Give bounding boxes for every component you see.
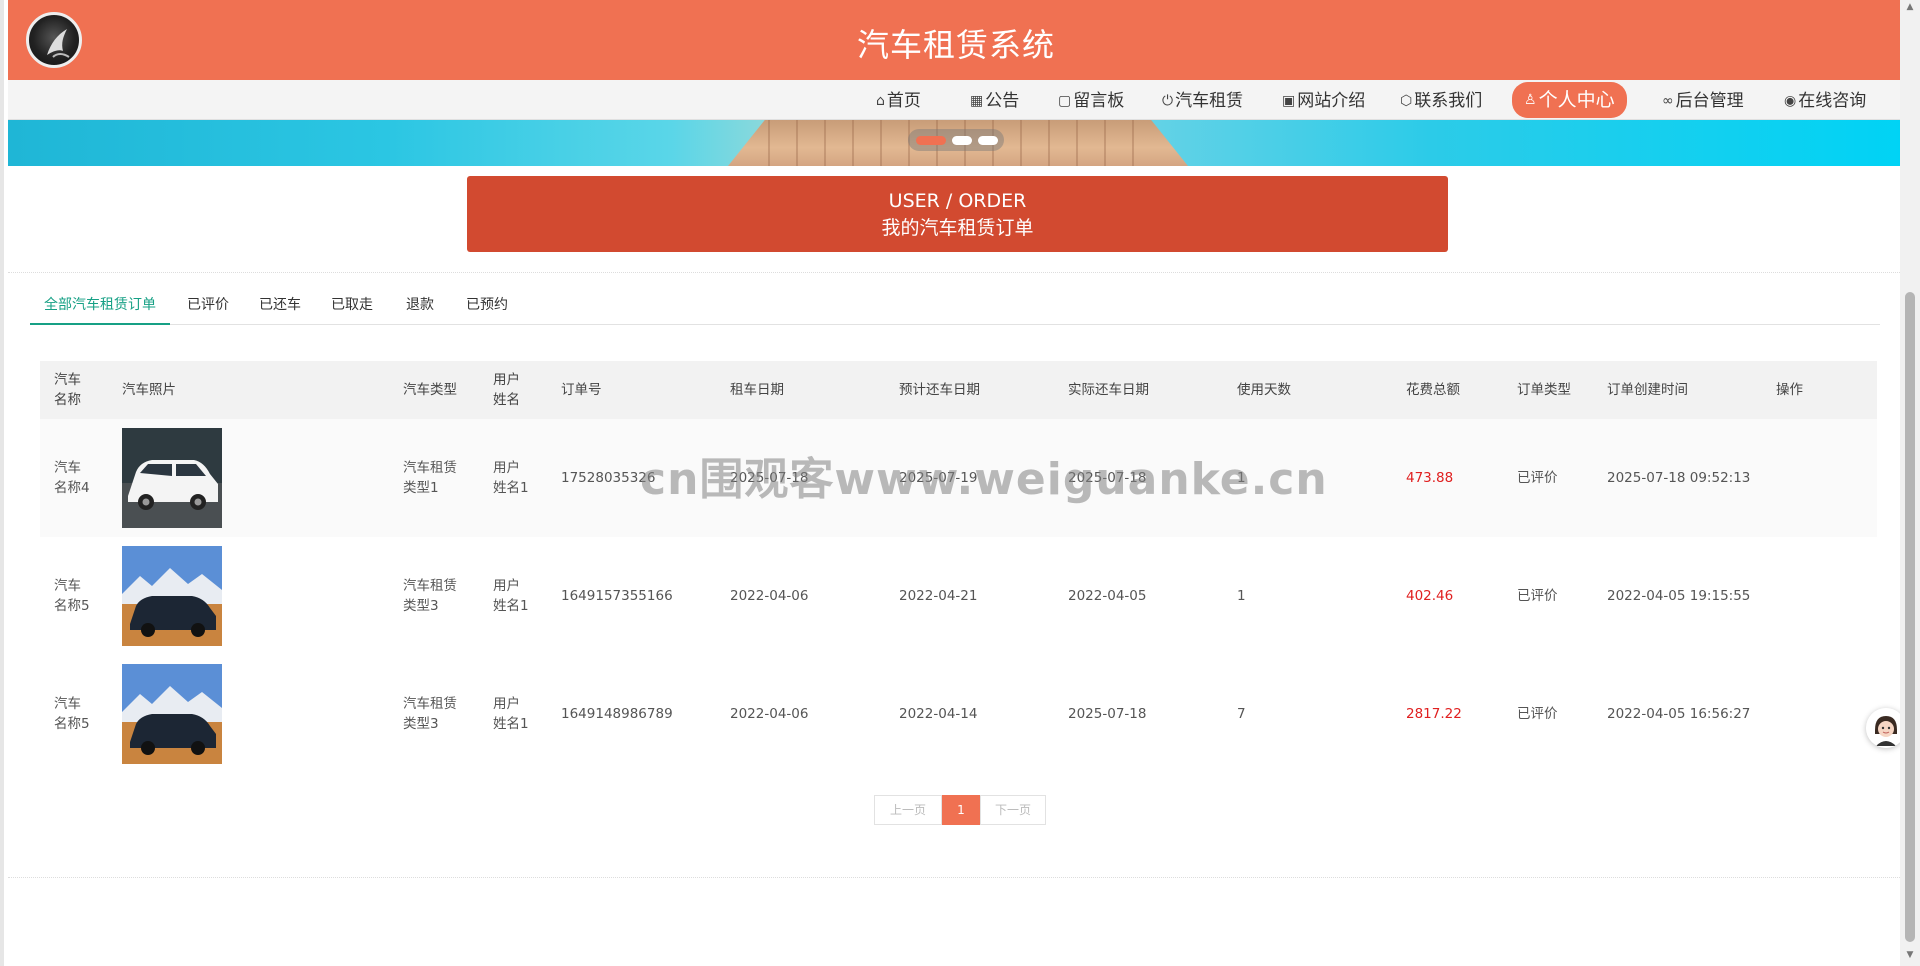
car-name: 汽车名称5 (54, 696, 90, 732)
user-name: 用户姓名1 (493, 696, 529, 732)
user-icon: ♙ (1524, 92, 1537, 108)
days-used: 1 (1237, 588, 1246, 604)
total-cost: 402.46 (1406, 588, 1454, 604)
actual-return-date: 2025-07-18 (1068, 706, 1147, 722)
col-order-no: 订单号 (561, 382, 602, 398)
order-no: 1649148986789 (561, 706, 673, 722)
created-time: 2022-04-05 19:15:55 (1607, 588, 1751, 604)
home-icon: ⌂ (876, 93, 885, 109)
order-no: 1649157355166 (561, 588, 673, 604)
page-number-button[interactable]: 1 (942, 795, 980, 825)
car-type: 汽车租赁类型3 (403, 696, 457, 732)
scroll-up-arrow[interactable]: ▲ (1905, 2, 1915, 12)
carousel-dot-2[interactable] (952, 136, 972, 145)
nav-notice[interactable]: ▦ 公告 (970, 86, 1019, 116)
scrollbar-thumb[interactable] (1905, 292, 1915, 942)
nav-message-board[interactable]: ▢ 留言板 (1058, 86, 1124, 116)
table-row[interactable]: 汽车名称5 汽车租赁类型3 用户姓名1 1649148986789 2022-0… (40, 655, 1877, 773)
order-type: 已评价 (1517, 706, 1558, 722)
order-content: 全部汽车租赁订单 已评价 已还车 已取走 退款 已预约 汽车名称 汽车照片 汽车… (8, 272, 1904, 878)
scroll-down-arrow[interactable]: ▼ (1905, 950, 1915, 960)
power-icon: ⏻ (1162, 93, 1174, 109)
car-photo (122, 546, 222, 646)
col-total: 花费总额 (1406, 382, 1460, 398)
wechat-icon: ◉ (1784, 93, 1797, 109)
gift-icon: ▣ (1282, 93, 1296, 109)
car-name: 汽车名称5 (54, 578, 90, 614)
col-order-type: 订单类型 (1517, 382, 1571, 398)
tab-picked-up[interactable]: 已取走 (331, 287, 373, 325)
rent-date: 2022-04-06 (730, 706, 809, 722)
site-title: 汽车租赁系统 (856, 26, 1055, 64)
order-type: 已评价 (1517, 470, 1558, 486)
page-scrollbar[interactable]: ▲ ▼ (1900, 0, 1920, 966)
tab-reserved[interactable]: 已预约 (466, 287, 508, 325)
car-name: 汽车名称4 (54, 460, 90, 496)
car-photo (122, 664, 222, 764)
expected-return-date: 2022-04-14 (899, 706, 978, 722)
col-actual-return: 实际还车日期 (1068, 382, 1149, 398)
order-type: 已评价 (1517, 588, 1558, 604)
carousel-dot-3[interactable] (978, 136, 998, 145)
col-car-type: 汽车类型 (403, 382, 457, 398)
col-user-name: 用户姓名 (493, 372, 520, 408)
link-icon: ∞ (1662, 93, 1674, 109)
col-car-photo: 汽车照片 (122, 382, 176, 398)
next-page-button[interactable]: 下一页 (980, 795, 1046, 825)
created-time: 2022-04-05 16:56:27 (1607, 706, 1751, 722)
col-car-name: 汽车名称 (54, 372, 81, 408)
tab-reviewed[interactable]: 已评价 (187, 287, 229, 325)
order-tabs: 全部汽车租赁订单 已评价 已还车 已取走 退款 已预约 (30, 287, 1880, 325)
total-cost: 473.88 (1406, 470, 1454, 486)
col-actions: 操作 (1776, 382, 1803, 398)
main-nav: ⌂ 首页 ▦ 公告 ▢ 留言板 ⏻ 汽车租赁 ▣ 网站介绍 ⬡ 联系我们 ♙ 个人中心 ∞ 后台… (8, 80, 1904, 120)
order-heading-zh: 我的汽车租赁订单 (881, 217, 1034, 239)
car-type: 汽车租赁类型1 (403, 460, 457, 496)
watermark: cn围观客www.weiguanke.cn (640, 454, 1328, 505)
col-created: 订单创建时间 (1607, 382, 1688, 398)
tab-returned[interactable]: 已还车 (259, 287, 301, 325)
message-board-icon: ▢ (1058, 93, 1072, 109)
cube-icon: ⬡ (1400, 93, 1413, 109)
page: 汽车租赁系统 ⌂ 首页 ▦ 公告 ▢ 留言板 ⏻ 汽车租赁 ▣ 网站介绍 ⬡ 联系我们 ♙ 个… (0, 0, 1906, 966)
total-cost: 2817.22 (1406, 706, 1462, 722)
site-header: 汽车租赁系统 (8, 0, 1904, 80)
nav-car-rental[interactable]: ⏻ 汽车租赁 (1162, 86, 1243, 116)
actual-return-date: 2022-04-05 (1068, 588, 1147, 604)
car-type: 汽车租赁类型3 (403, 578, 457, 614)
nav-personal-center[interactable]: ♙ 个人中心 (1512, 82, 1627, 118)
tab-refund[interactable]: 退款 (406, 287, 434, 325)
days-used: 7 (1237, 706, 1246, 722)
nav-contact[interactable]: ⬡ 联系我们 (1400, 86, 1482, 116)
order-heading-en: USER / ORDER (888, 190, 1027, 212)
carousel-dot-1[interactable] (916, 136, 946, 145)
prev-page-button[interactable]: 上一页 (874, 795, 942, 825)
table-header: 汽车名称 汽车照片 汽车类型 用户姓名 订单号 租车日期 预计还车日期 实际还车… (40, 361, 1877, 419)
nav-site-intro[interactable]: ▣ 网站介绍 (1282, 86, 1365, 116)
notice-icon: ▦ (970, 93, 984, 109)
tab-all-orders[interactable]: 全部汽车租赁订单 (30, 287, 170, 325)
col-days: 使用天数 (1237, 382, 1291, 398)
nav-admin[interactable]: ∞ 后台管理 (1662, 86, 1744, 116)
user-name: 用户姓名1 (493, 578, 529, 614)
nav-home[interactable]: ⌂ 首页 (876, 86, 921, 116)
order-section-heading: USER / ORDER 我的汽车租赁订单 (467, 176, 1448, 252)
nav-online-consult[interactable]: ◉ 在线咨询 (1784, 86, 1866, 116)
col-rent-date: 租车日期 (730, 382, 784, 398)
created-time: 2025-07-18 09:52:13 (1607, 470, 1751, 486)
car-photo (122, 428, 222, 528)
pagination: 上一页 1 下一页 (874, 795, 1046, 825)
expected-return-date: 2022-04-21 (899, 588, 978, 604)
table-row[interactable]: 汽车名称5 汽车租赁类型3 用户姓名1 1649157355166 2022-0… (40, 537, 1877, 655)
user-name: 用户姓名1 (493, 460, 529, 496)
rent-date: 2022-04-06 (730, 588, 809, 604)
col-expected-return: 预计还车日期 (899, 382, 980, 398)
carousel-indicators (908, 129, 1004, 151)
